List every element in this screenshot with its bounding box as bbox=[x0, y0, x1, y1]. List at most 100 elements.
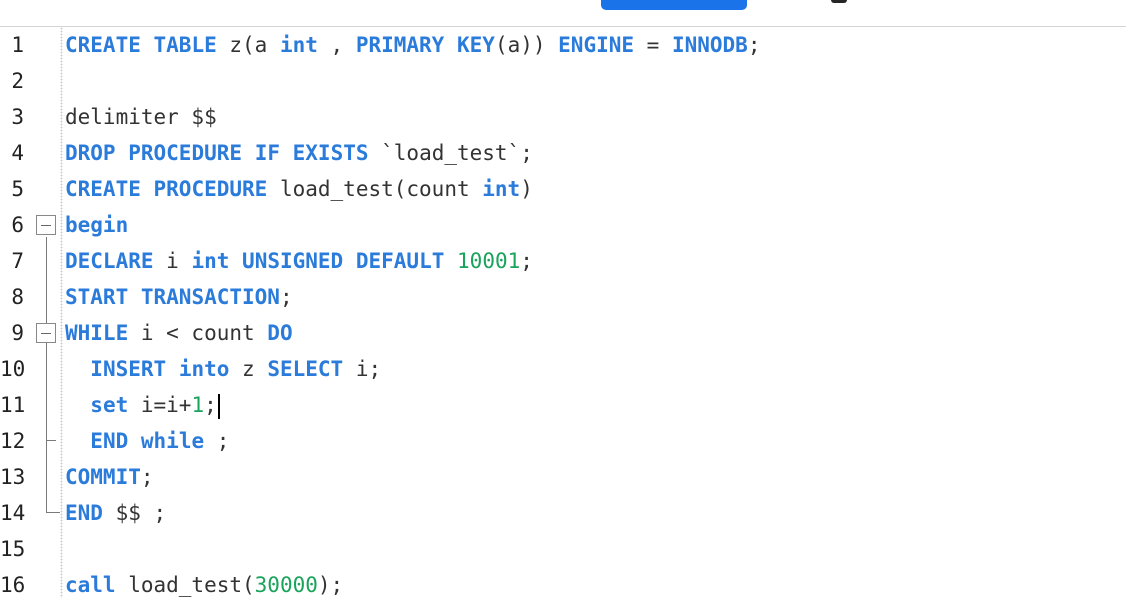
toolbar-primary-button[interactable] bbox=[601, 0, 747, 10]
sql-keyword: START bbox=[65, 285, 129, 309]
sql-keyword: UNSIGNED bbox=[242, 249, 344, 273]
line-number: 5 bbox=[11, 177, 24, 201]
code-text: , bbox=[317, 33, 356, 57]
line-number: 6 bbox=[11, 213, 24, 237]
code-text: z(a bbox=[216, 33, 280, 57]
code-line[interactable]: set i=i+1; bbox=[65, 387, 220, 423]
code-text: `load_test`; bbox=[368, 141, 533, 165]
toolbar-label-fragment bbox=[831, 0, 847, 3]
sql-keyword: SELECT bbox=[267, 357, 344, 381]
line-number-gutter: 1 2 3 4 5 6 7 8 9 10 11 12 13 14 15 16 bbox=[0, 27, 63, 598]
line-number: 13 bbox=[0, 465, 26, 489]
code-line[interactable]: DECLARE i int UNSIGNED DEFAULT 10001; bbox=[65, 243, 533, 279]
fold-end-begin-marker bbox=[46, 503, 60, 513]
code-text: i; bbox=[343, 357, 382, 381]
sql-keyword: INSERT bbox=[90, 357, 167, 381]
sql-keyword: PROCEDURE bbox=[128, 141, 243, 165]
code-text: i=i+ bbox=[128, 393, 192, 417]
sql-keyword: set bbox=[90, 393, 129, 417]
code-line[interactable]: WHILE i < count DO bbox=[65, 315, 293, 351]
sql-keyword: PRIMARY bbox=[355, 33, 445, 57]
code-text: i < count bbox=[128, 321, 268, 345]
code-text: ; bbox=[747, 33, 761, 57]
code-text: $$ ; bbox=[102, 501, 167, 525]
code-line[interactable]: delimiter $$ bbox=[65, 99, 217, 135]
line-number: 11 bbox=[0, 393, 26, 417]
line-number: 12 bbox=[0, 429, 26, 453]
code-text: = bbox=[634, 33, 672, 57]
sql-keyword: int bbox=[279, 33, 318, 57]
sql-keyword: KEY bbox=[457, 33, 495, 57]
line-number: 2 bbox=[11, 69, 24, 93]
line-number: 10 bbox=[0, 357, 26, 381]
sql-keyword: while bbox=[140, 429, 205, 453]
sql-keyword: TRANSACTION bbox=[140, 285, 280, 309]
line-number: 14 bbox=[0, 501, 26, 525]
code-text: (a)) bbox=[494, 33, 559, 57]
numeric-literal: 1 bbox=[191, 393, 205, 417]
code-text: ; bbox=[279, 285, 293, 309]
code-text: ; bbox=[140, 465, 154, 489]
fold-guide-line bbox=[46, 237, 47, 513]
sql-keyword: int bbox=[191, 249, 230, 273]
fold-toggle-begin-icon[interactable] bbox=[36, 215, 56, 235]
sql-keyword: IF bbox=[254, 141, 280, 165]
sql-keyword: DO bbox=[267, 321, 293, 345]
line-number: 1 bbox=[11, 33, 24, 57]
sql-keyword: CREATE bbox=[65, 33, 141, 57]
line-number: 8 bbox=[11, 285, 24, 309]
fold-toggle-while-icon[interactable] bbox=[36, 323, 56, 343]
line-number: 3 bbox=[11, 105, 24, 129]
sql-keyword: EXISTS bbox=[292, 141, 369, 165]
sql-keyword: DECLARE bbox=[65, 249, 154, 273]
numeric-literal: 10001 bbox=[457, 249, 521, 273]
code-line[interactable]: COMMIT; bbox=[65, 459, 154, 495]
sql-keyword: DROP bbox=[65, 141, 116, 165]
sql-keyword: INNODB bbox=[671, 33, 748, 57]
sql-keyword: COMMIT bbox=[65, 465, 141, 489]
code-line[interactable]: END $$ ; bbox=[65, 495, 166, 531]
sql-keyword: DEFAULT bbox=[355, 249, 445, 273]
line-number: 4 bbox=[11, 141, 24, 165]
sql-keyword: int bbox=[482, 177, 521, 201]
code-text: ; bbox=[204, 393, 217, 417]
code-text: ; bbox=[520, 249, 533, 273]
code-line[interactable]: DROP PROCEDURE IF EXISTS `load_test`; bbox=[65, 135, 533, 171]
code-text: delimiter $$ bbox=[65, 105, 217, 129]
text-cursor bbox=[217, 393, 220, 419]
code-line[interactable]: CREATE TABLE z(a int , PRIMARY KEY(a)) E… bbox=[65, 27, 760, 63]
line-number: 9 bbox=[11, 321, 24, 345]
sql-code-editor[interactable]: 1 2 3 4 5 6 7 8 9 10 11 12 13 14 15 16 CREATE TABLE z(a… bbox=[0, 27, 1126, 598]
sql-keyword: END bbox=[65, 501, 103, 525]
code-text: z bbox=[229, 357, 268, 381]
code-line[interactable]: CREATE PROCEDURE load_test(count int) bbox=[65, 171, 533, 207]
line-number: 15 bbox=[0, 537, 26, 561]
fold-end-while-marker bbox=[46, 440, 56, 441]
sql-keyword: TABLE bbox=[153, 33, 217, 57]
sql-keyword: PROCEDURE bbox=[153, 177, 268, 201]
sql-keyword: CREATE bbox=[65, 177, 141, 201]
sql-keyword: begin bbox=[65, 213, 129, 237]
code-line[interactable]: begin bbox=[65, 207, 128, 243]
code-text: i bbox=[153, 249, 192, 273]
numeric-literal: 30000 bbox=[254, 573, 318, 597]
top-toolbar-strip bbox=[0, 0, 1126, 27]
code-line[interactable]: START TRANSACTION; bbox=[65, 279, 293, 315]
code-line[interactable]: END while ; bbox=[65, 423, 229, 459]
code-line[interactable]: INSERT into z SELECT i; bbox=[65, 351, 381, 387]
gutter-separator bbox=[60, 27, 63, 598]
code-text: ; bbox=[204, 429, 230, 453]
